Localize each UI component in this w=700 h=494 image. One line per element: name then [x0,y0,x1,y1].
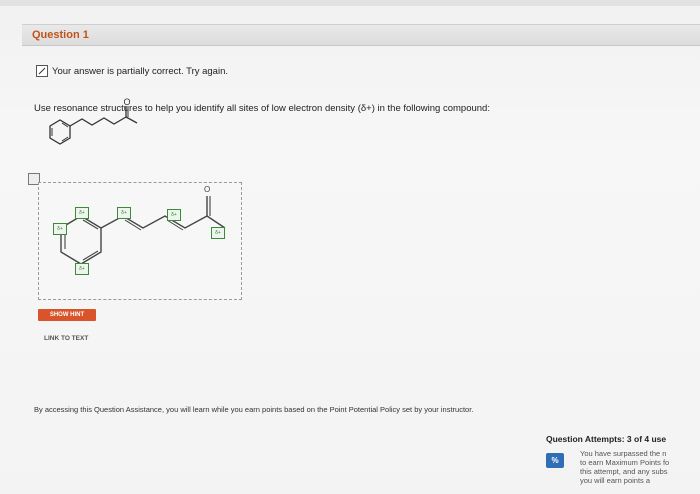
delta-box[interactable]: δ+ [117,207,131,219]
assistance-note: By accessing this Question Assistance, y… [34,405,474,414]
feedback-row: Your answer is partially correct. Try ag… [36,65,228,77]
oxygen-label: O [204,185,211,194]
delta-box[interactable]: δ+ [75,207,89,219]
question-header: Question 1 [22,24,700,46]
attempts-message: You have surpassed the n to earn Maximum… [580,449,670,485]
feedback-text: Your answer is partially correct. Try ag… [52,65,229,77]
svg-text:O: O [123,97,130,107]
delta-box[interactable]: δ+ [211,227,225,239]
drawing-canvas[interactable]: O δ+ δ+ δ+ δ+ δ+ δ+ [38,182,242,300]
link-to-text[interactable]: LINK TO TEXT [44,335,88,342]
percent-icon: % [546,453,564,468]
partial-correct-icon [36,65,48,77]
delta-box[interactable]: δ+ [167,209,181,221]
delta-box[interactable]: δ+ [53,223,67,235]
delta-box[interactable]: δ+ [75,263,89,275]
show-hint-button[interactable]: SHOW HINT [38,309,96,321]
answer-molecule [60,196,226,265]
attempts-label: Question Attempts: 3 of 4 use [546,434,667,444]
reference-molecule: O [49,97,138,145]
question-title: Question 1 [32,29,89,41]
top-shadow [0,0,700,6]
page: Question 1 Your answer is partially corr… [0,0,700,494]
